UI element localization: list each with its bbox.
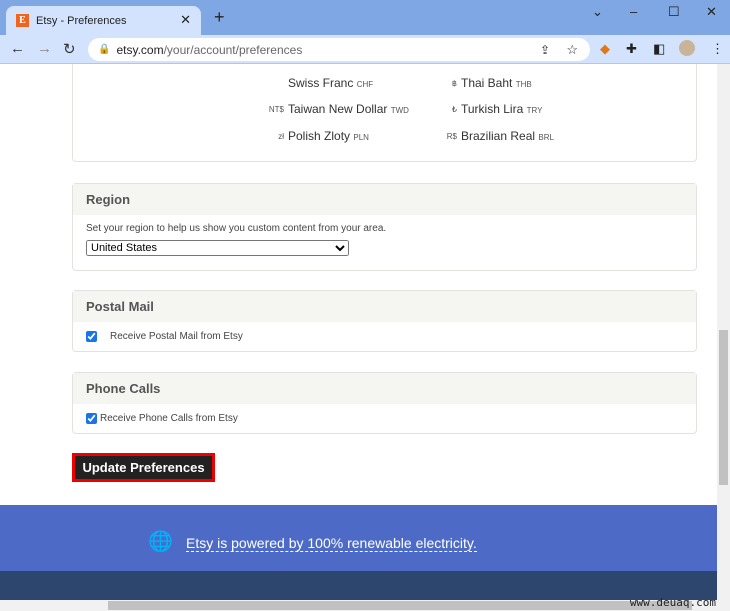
postal-mail-option[interactable]: Receive Postal Mail from Etsy [73, 322, 696, 351]
lock-icon: 🔒 [98, 44, 111, 55]
tab-title: Etsy - Preferences [36, 14, 127, 27]
renewable-link[interactable]: Etsy is powered by 100% renewable electr… [186, 535, 477, 552]
forward-icon[interactable]: → [37, 40, 52, 57]
menu-icon[interactable]: ⋮ [711, 41, 724, 57]
phone-calls-label: Receive Phone Calls from Etsy [100, 413, 238, 424]
url-host: etsy.com [116, 42, 164, 57]
close-window-icon[interactable]: ✕ [706, 4, 717, 20]
browser-tab-bar: E Etsy - Preferences ✕ + ⌄ – ☐ ✕ [0, 0, 730, 35]
currency-option[interactable]: Swiss Franc CHF [288, 76, 373, 90]
phone-calls-card: Phone Calls Receive Phone Calls from Ets… [72, 372, 697, 434]
vertical-scroll-thumb[interactable] [719, 330, 728, 485]
url-path: /your/account/preferences [163, 42, 303, 57]
phone-calls-checkbox[interactable] [86, 413, 97, 424]
phone-calls-option[interactable]: Receive Phone Calls from Etsy [73, 404, 696, 433]
footer-renewable-banner: 🌐 Etsy is powered by 100% renewable elec… [0, 505, 717, 571]
page-content: Swiss Franc CHF ฿ Thai Baht THB NT$ Taiwan… [0, 64, 717, 600]
postal-mail-title: Postal Mail [73, 291, 696, 322]
minimize-icon[interactable]: – [630, 4, 637, 19]
currency-card: Swiss Franc CHF ฿ Thai Baht THB NT$ Taiwan… [72, 64, 697, 162]
profile-avatar[interactable] [679, 40, 695, 56]
postal-mail-label: Receive Postal Mail from Etsy [110, 331, 243, 342]
new-tab-icon[interactable]: + [214, 7, 225, 28]
metamask-icon[interactable]: ◆ [600, 41, 610, 57]
browser-tab[interactable]: E Etsy - Preferences ✕ [6, 6, 201, 35]
bookmark-star-icon[interactable]: ☆ [566, 42, 578, 58]
region-select[interactable]: United States [86, 240, 349, 256]
currency-option[interactable]: R$ Brazilian Real BRL [447, 129, 554, 143]
horizontal-scrollbar[interactable] [0, 600, 730, 611]
horizontal-scroll-thumb[interactable] [108, 601, 692, 610]
currency-option[interactable]: ฿ Thai Baht THB [452, 76, 532, 90]
close-tab-icon[interactable]: ✕ [180, 12, 191, 28]
extensions-icon[interactable]: ✚ [626, 41, 637, 57]
vertical-scrollbar[interactable] [717, 64, 730, 600]
url-bar[interactable]: 🔒 etsy.com/your/account/preferences ⇪ ☆ [88, 38, 590, 61]
watermark: www.deuaq.com [629, 596, 716, 609]
phone-calls-title: Phone Calls [73, 373, 696, 404]
footer-bottom [0, 571, 717, 600]
address-toolbar: ← → ↻ 🔒 etsy.com/your/account/preference… [0, 35, 730, 64]
region-card: Region Set your region to help us show y… [72, 183, 697, 271]
share-icon[interactable]: ⇪ [540, 43, 550, 57]
currency-option[interactable]: NT$ Taiwan New Dollar TWD [269, 102, 409, 116]
update-preferences-button[interactable]: Update Preferences [72, 453, 215, 482]
maximize-icon[interactable]: ☐ [668, 4, 680, 20]
postal-mail-checkbox[interactable] [86, 331, 97, 342]
globe-hands-icon: 🌐 [148, 531, 173, 553]
postal-mail-card: Postal Mail Receive Postal Mail from Ets… [72, 290, 697, 352]
sidepanel-icon[interactable]: ◧ [653, 41, 665, 57]
back-icon[interactable]: ← [10, 40, 25, 57]
currency-option[interactable]: zł Polish Zloty PLN [278, 129, 369, 143]
reload-icon[interactable]: ↻ [63, 40, 76, 58]
tab-search-icon[interactable]: ⌄ [592, 4, 603, 20]
region-title: Region [73, 184, 696, 215]
region-description: Set your region to help us show you cust… [86, 223, 387, 234]
currency-option[interactable]: ₺ Turkish Lira TRY [452, 102, 543, 116]
etsy-favicon-icon: E [16, 14, 29, 27]
